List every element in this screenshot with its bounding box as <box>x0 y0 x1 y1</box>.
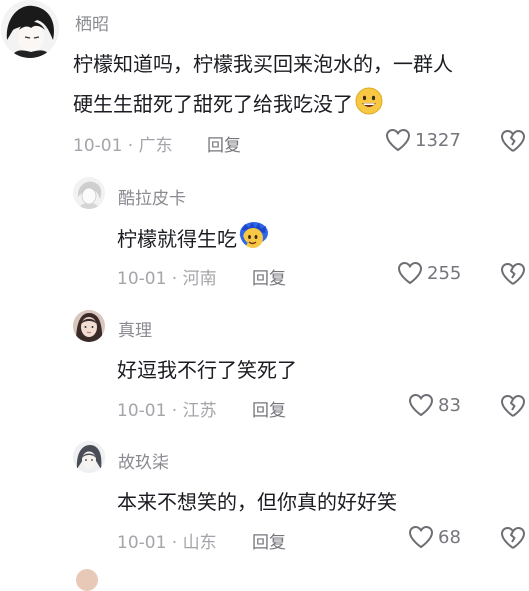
reply-button[interactable]: 回复 <box>252 528 286 553</box>
comment-text: 柠檬知道吗，柠檬我买回来泡水的，一群人 <box>73 52 453 76</box>
like-count: 1327 <box>415 129 461 151</box>
comment-text-line2: 硬生生甜死了甜死了给我吃没了 <box>73 87 383 120</box>
comment-date: 10-01 · 山东 <box>117 533 217 553</box>
comment-date: 10-01 · 广东 <box>73 136 173 156</box>
reply-button[interactable]: 回复 <box>252 396 286 421</box>
like-button[interactable]: 1327 <box>385 128 461 152</box>
blue-hair-face-icon <box>239 220 269 255</box>
heart-icon <box>397 261 423 285</box>
like-button[interactable]: 68 <box>408 525 461 549</box>
like-count: 68 <box>438 526 461 548</box>
comment-text: 柠檬就得生吃 <box>117 220 269 255</box>
username[interactable]: 真理 <box>118 316 152 341</box>
username[interactable]: 酷拉皮卡 <box>118 184 186 209</box>
dislike-button[interactable] <box>500 526 526 554</box>
like-button[interactable]: 255 <box>397 261 461 285</box>
comment-text: 好逗我不行了笑死了 <box>117 358 297 382</box>
heart-icon <box>385 128 411 152</box>
like-button[interactable]: 83 <box>408 393 461 417</box>
comment-text-content: 柠檬就得生吃 <box>117 227 237 251</box>
broken-heart-icon <box>500 263 526 290</box>
dislike-button[interactable] <box>500 262 526 290</box>
broken-heart-icon <box>500 395 526 422</box>
like-count: 255 <box>427 262 462 284</box>
dislike-button[interactable] <box>500 129 526 157</box>
avatar[interactable] <box>1 0 59 58</box>
grinning-face-icon <box>355 87 383 120</box>
username[interactable]: 栖昭 <box>75 10 109 35</box>
dislike-button[interactable] <box>500 394 526 422</box>
heart-icon <box>408 393 434 417</box>
like-count: 83 <box>438 394 461 416</box>
comment-text-line2-content: 硬生生甜死了甜死了给我吃没了 <box>73 92 353 116</box>
avatar[interactable] <box>73 310 105 342</box>
comment-date: 10-01 · 河南 <box>117 269 217 289</box>
comment-text: 本来不想笑的，但你真的好好笑 <box>117 490 397 514</box>
reply-button[interactable]: 回复 <box>207 131 241 156</box>
broken-heart-icon <box>500 130 526 157</box>
reply-button[interactable]: 回复 <box>252 264 286 289</box>
comment-date: 10-01 · 江苏 <box>117 401 217 421</box>
avatar[interactable] <box>73 177 105 209</box>
username[interactable]: 故玖柒 <box>118 448 169 473</box>
avatar[interactable] <box>76 569 98 591</box>
avatar[interactable] <box>73 441 105 473</box>
heart-icon <box>408 525 434 549</box>
broken-heart-icon <box>500 527 526 554</box>
